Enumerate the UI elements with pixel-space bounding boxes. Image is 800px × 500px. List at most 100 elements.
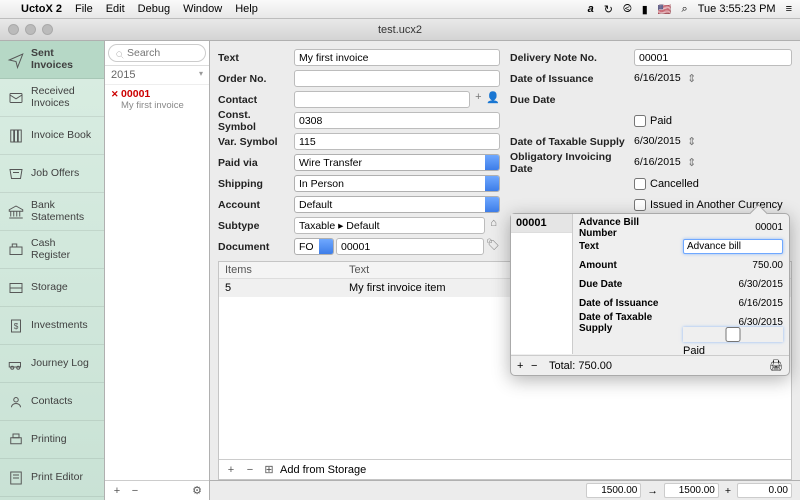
paid-checkbox[interactable]: Paid <box>634 115 672 127</box>
sidebar-item-storage[interactable]: Storage <box>0 269 104 307</box>
acct-label: Account <box>218 199 290 211</box>
invoice-list-item[interactable]: 00001 My first invoice <box>105 85 209 114</box>
menubar: UctoX 2 File Edit Debug Window Help a ↻ … <box>0 0 800 19</box>
item-add-button[interactable]: + <box>223 464 239 476</box>
paidvia-select[interactable]: Wire Transfer <box>294 154 500 171</box>
year-header[interactable]: 2015▾ <box>105 66 209 85</box>
taxsup-label: Date of Taxable Supply <box>510 136 630 148</box>
adv-amt-val: 750.00 <box>683 260 783 271</box>
sidebar-item-job-offers[interactable]: Job Offers <box>0 155 104 193</box>
ship-select[interactable]: In Person <box>294 175 500 192</box>
paidvia-label: Paid via <box>218 157 290 169</box>
remove-button[interactable]: − <box>127 485 143 497</box>
sidebar-item-bank-statements[interactable]: Bank Statements <box>0 193 104 231</box>
app-menu[interactable]: UctoX 2 <box>21 3 62 15</box>
a-icon[interactable]: a <box>588 3 594 15</box>
adv-iss-val[interactable]: 6/16/2015 <box>683 298 783 309</box>
contact-label: Contact <box>218 94 290 106</box>
text-label: Text <box>218 52 290 64</box>
stepper-icon[interactable]: ⇕ <box>685 72 699 85</box>
menu-debug[interactable]: Debug <box>138 3 170 15</box>
order-field[interactable] <box>294 70 500 87</box>
sidebar-item-cash-register[interactable]: Cash Register <box>0 231 104 269</box>
cancelled-checkbox[interactable]: Cancelled <box>634 178 699 190</box>
sidebar-item-contacts[interactable]: Contacts <box>0 383 104 421</box>
contact-icon[interactable]: 👤 <box>486 91 500 108</box>
adv-no-label: Advance Bill Number <box>579 217 679 239</box>
sidebar-item-sent-invoices[interactable]: Sent Invoices <box>0 41 104 79</box>
flag-icon[interactable]: 🇺🇸 <box>658 3 672 16</box>
menu-window[interactable]: Window <box>183 3 222 15</box>
oblig-date[interactable]: 6/16/2015 <box>634 156 683 169</box>
spotlight-icon[interactable]: ⌕ <box>682 3 688 16</box>
deliv-field[interactable] <box>634 49 792 66</box>
clock[interactable]: Tue 3:55:23 PM <box>698 3 776 15</box>
const-field[interactable] <box>294 112 500 129</box>
issue-date[interactable]: 6/16/2015 <box>634 72 683 85</box>
subtype-label: Subtype <box>218 220 290 232</box>
grid-icon[interactable]: ⊞ <box>261 463 277 476</box>
contact-field[interactable] <box>294 91 470 108</box>
menu-edit[interactable]: Edit <box>106 3 125 15</box>
var-label: Var. Symbol <box>218 136 290 148</box>
doc-number-field[interactable] <box>336 238 484 255</box>
stepper-icon[interactable]: ⇕ <box>685 156 699 169</box>
advance-list[interactable]: 00001 <box>511 214 573 354</box>
total1-field[interactable] <box>586 483 641 498</box>
menu-help[interactable]: Help <box>235 3 258 15</box>
acct-select[interactable]: Default <box>294 196 500 213</box>
stepper-icon[interactable]: ⇕ <box>685 135 699 148</box>
document-list: 2015▾ 00001 My first invoice + − ⚙ <box>105 41 210 500</box>
search-icon <box>115 50 125 60</box>
add-contact-icon[interactable]: + <box>472 91 484 108</box>
ship-label: Shipping <box>218 178 290 190</box>
tag-icon[interactable]: 🏷 <box>486 238 500 255</box>
deliv-label: Delivery Note No. <box>510 52 630 64</box>
adv-remove-button[interactable]: − <box>531 360 545 372</box>
list-footer: + − ⚙ <box>105 480 209 500</box>
const-label: Const. Symbol <box>218 109 290 133</box>
item-remove-button[interactable]: − <box>242 464 258 476</box>
traffic-lights[interactable] <box>8 24 53 35</box>
doc-type-select[interactable]: FO <box>294 238 334 255</box>
status-bar: → + <box>210 480 800 500</box>
sidebar-item-printing[interactable]: Printing <box>0 421 104 459</box>
taxsup-date[interactable]: 6/30/2015 <box>634 135 683 148</box>
stamp-icon[interactable]: ⌂ <box>487 217 500 234</box>
sidebar-item-received-invoices[interactable]: Received Invoices <box>0 79 104 117</box>
adv-due-val[interactable]: 6/30/2015 <box>683 279 783 290</box>
total3-field[interactable] <box>737 483 792 498</box>
menu-file[interactable]: File <box>75 3 93 15</box>
sidebar-item-investments[interactable]: $Investments <box>0 307 104 345</box>
add-from-storage-button[interactable]: Add from Storage <box>280 464 366 476</box>
items-col-items[interactable]: Items <box>219 264 349 276</box>
wifi-icon[interactable]: ⧀ <box>623 3 632 16</box>
adv-add-button[interactable]: + <box>517 360 531 372</box>
sidebar: Sent Invoices Received Invoices Invoice … <box>0 41 105 500</box>
titlebar: test.ucx2 <box>0 19 800 41</box>
gear-icon[interactable]: ⚙ <box>189 484 205 497</box>
adv-text-field[interactable] <box>683 239 783 254</box>
notif-icon[interactable]: ≡ <box>786 3 792 15</box>
adv-iss-label: Date of Issuance <box>579 298 679 309</box>
sidebar-item-invoice-book[interactable]: Invoice Book <box>0 117 104 155</box>
adv-amt-label: Amount <box>579 260 679 271</box>
adv-paid-checkbox[interactable]: Paid <box>683 333 783 357</box>
print-icon[interactable]: 🖨 <box>769 359 783 372</box>
adv-due-label: Due Date <box>579 279 679 290</box>
battery-icon[interactable]: ▮ <box>642 3 648 16</box>
document-label: Document <box>218 241 290 253</box>
adv-no-val: 00001 <box>683 222 783 233</box>
sidebar-item-print-editor[interactable]: Print Editor <box>0 459 104 497</box>
svg-text:$: $ <box>14 322 19 331</box>
var-field[interactable] <box>294 133 500 150</box>
due-label: Due Date <box>510 94 630 106</box>
window-title: test.ucx2 <box>378 24 422 36</box>
sync-icon[interactable]: ↻ <box>604 3 613 16</box>
add-button[interactable]: + <box>109 485 125 497</box>
subtype-field[interactable] <box>294 217 485 234</box>
total2-field[interactable] <box>664 483 719 498</box>
text-field[interactable] <box>294 49 500 66</box>
order-label: Order No. <box>218 73 290 85</box>
sidebar-item-journey-log[interactable]: Journey Log <box>0 345 104 383</box>
